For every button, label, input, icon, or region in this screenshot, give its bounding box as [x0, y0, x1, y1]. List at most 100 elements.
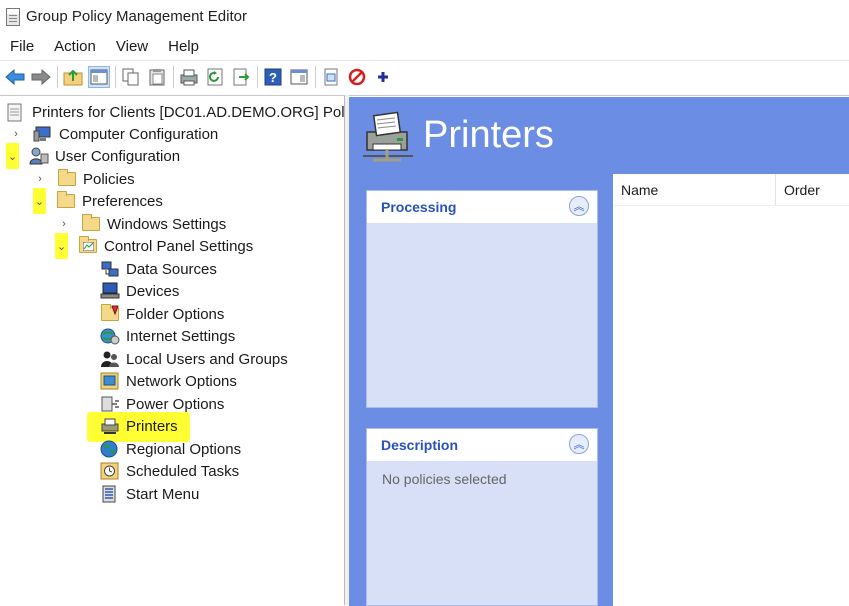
devices-icon — [100, 282, 120, 300]
tree-root-label: Printers for Clients [DC01.AD.DEMO.ORG] … — [32, 103, 363, 121]
tree-label: Preferences — [82, 192, 163, 210]
folder-options-icon — [100, 304, 120, 323]
svg-text:?: ? — [269, 70, 277, 85]
menu-bar: File Action View Help — [0, 33, 849, 60]
copy-icon[interactable] — [120, 66, 142, 88]
tree-item-power-options[interactable]: Power Options — [100, 393, 226, 415]
back-icon[interactable] — [4, 66, 26, 88]
tree-label: Start Menu — [126, 485, 200, 503]
forward-icon[interactable] — [30, 66, 52, 88]
tree-windows-settings[interactable]: › Windows Settings — [57, 213, 228, 235]
chevron-down-icon[interactable]: ⌄ — [33, 188, 46, 214]
items-list: Name Order — [613, 174, 849, 606]
header-band — [613, 97, 849, 174]
tree-root[interactable]: Printers for Clients [DC01.AD.DEMO.ORG] … — [6, 101, 365, 123]
description-text: No policies selected — [382, 471, 507, 487]
tree-item-local-users-groups[interactable]: Local Users and Groups — [100, 348, 290, 370]
local-users-groups-icon — [100, 350, 120, 368]
tree-item-internet-settings[interactable]: Internet Settings — [100, 325, 237, 347]
show-hide-tree-icon[interactable] — [88, 65, 110, 88]
network-options-icon — [100, 372, 120, 390]
collapse-chevron-up-icon[interactable]: ︽ — [569, 434, 589, 454]
chevron-down-icon[interactable]: ⌄ — [55, 233, 68, 259]
power-options-icon — [100, 395, 120, 413]
tree-item-regional-options[interactable]: Regional Options — [100, 438, 243, 460]
window-title: Group Policy Management Editor — [26, 8, 247, 25]
tree-policies[interactable]: › Policies — [33, 168, 137, 190]
tree-item-scheduled-tasks[interactable]: Scheduled Tasks — [100, 460, 241, 482]
show-hide-action-pane-icon[interactable] — [288, 66, 310, 88]
page-title: Printers — [423, 114, 554, 156]
printer-icon — [361, 110, 415, 164]
paste-icon[interactable] — [146, 66, 168, 88]
new-item-icon[interactable] — [320, 66, 342, 88]
menu-help[interactable]: Help — [158, 38, 209, 55]
toolbar-separator — [315, 65, 316, 88]
print-icon[interactable] — [178, 66, 200, 88]
details-pane: Printers Processing ︽ Description ︽ No p… — [349, 95, 849, 606]
tree-control-panel-settings[interactable]: ⌄ Control Panel Settings — [55, 233, 255, 259]
refresh-icon[interactable] — [204, 66, 226, 88]
title-bar: Group Policy Management Editor — [0, 0, 849, 33]
globe-icon — [100, 440, 120, 458]
computer-icon — [33, 125, 53, 143]
description-box: Description ︽ No policies selected — [366, 428, 598, 606]
toolbar-separator — [115, 65, 116, 88]
folder-icon — [56, 191, 76, 210]
up-folder-icon[interactable] — [62, 66, 84, 88]
tree-item-printers[interactable]: Printers — [100, 415, 180, 437]
add-icon[interactable] — [372, 66, 394, 88]
stop-icon[interactable] — [346, 66, 368, 88]
tree-label: Windows Settings — [107, 215, 227, 233]
tree-label: Network Options — [126, 372, 237, 390]
tree-label: Devices — [126, 282, 180, 300]
tree-item-start-menu[interactable]: Start Menu — [100, 483, 201, 505]
processing-box: Processing ︽ — [366, 190, 598, 408]
tree-item-data-sources[interactable]: Data Sources — [100, 258, 219, 280]
data-sources-icon — [100, 260, 120, 278]
tree-item-devices[interactable]: Devices — [100, 280, 181, 302]
export-list-icon[interactable] — [230, 66, 252, 88]
menu-action[interactable]: Action — [44, 38, 106, 55]
processing-header: Processing ︽ — [367, 191, 597, 223]
scheduled-tasks-icon — [100, 462, 120, 480]
processing-title: Processing — [381, 199, 457, 215]
tree-label: Local Users and Groups — [126, 350, 288, 368]
column-header-name[interactable]: Name — [613, 174, 776, 205]
tree-computer-configuration[interactable]: › Computer Configuration — [9, 123, 220, 145]
tree-label: Data Sources — [126, 260, 217, 278]
help-icon[interactable]: ? — [262, 66, 284, 88]
internet-settings-icon — [100, 327, 120, 345]
toolbar-separator — [173, 65, 174, 88]
tree-user-configuration[interactable]: ⌄ User Configuration — [6, 143, 182, 169]
tree-label: Folder Options — [126, 305, 225, 323]
printer-icon — [100, 417, 120, 435]
tree-label: Power Options — [126, 395, 225, 413]
toolbar: ? — [0, 60, 849, 92]
tree-preferences[interactable]: ⌄ Preferences — [33, 188, 165, 214]
toolbar-separator — [57, 65, 58, 88]
collapse-chevron-up-icon[interactable]: ︽ — [569, 196, 589, 216]
menu-file[interactable]: File — [0, 38, 44, 55]
chevron-right-icon[interactable]: › — [9, 127, 23, 141]
tree-label: Internet Settings — [126, 327, 236, 345]
tree-label: Control Panel Settings — [104, 237, 254, 255]
tree-label: Printers — [126, 417, 178, 435]
column-header-order[interactable]: Order — [776, 174, 849, 205]
tree-item-network-options[interactable]: Network Options — [100, 370, 239, 392]
list-header: Name Order — [613, 174, 849, 206]
user-config-icon — [29, 147, 49, 165]
tree-label: Policies — [83, 170, 135, 188]
folder-icon — [57, 169, 77, 188]
console-tree: Printers for Clients [DC01.AD.DEMO.ORG] … — [0, 95, 363, 605]
control-panel-folder-icon — [78, 236, 98, 255]
menu-view[interactable]: View — [106, 38, 158, 55]
tree-label: Scheduled Tasks — [126, 462, 240, 480]
chevron-down-icon[interactable]: ⌄ — [6, 143, 19, 169]
tree-item-folder-options[interactable]: Folder Options — [100, 303, 226, 325]
folder-icon — [81, 214, 101, 233]
tree-label: Regional Options — [126, 440, 242, 458]
chevron-right-icon[interactable]: › — [33, 172, 47, 186]
gpo-icon — [6, 103, 26, 122]
chevron-right-icon[interactable]: › — [57, 217, 71, 231]
